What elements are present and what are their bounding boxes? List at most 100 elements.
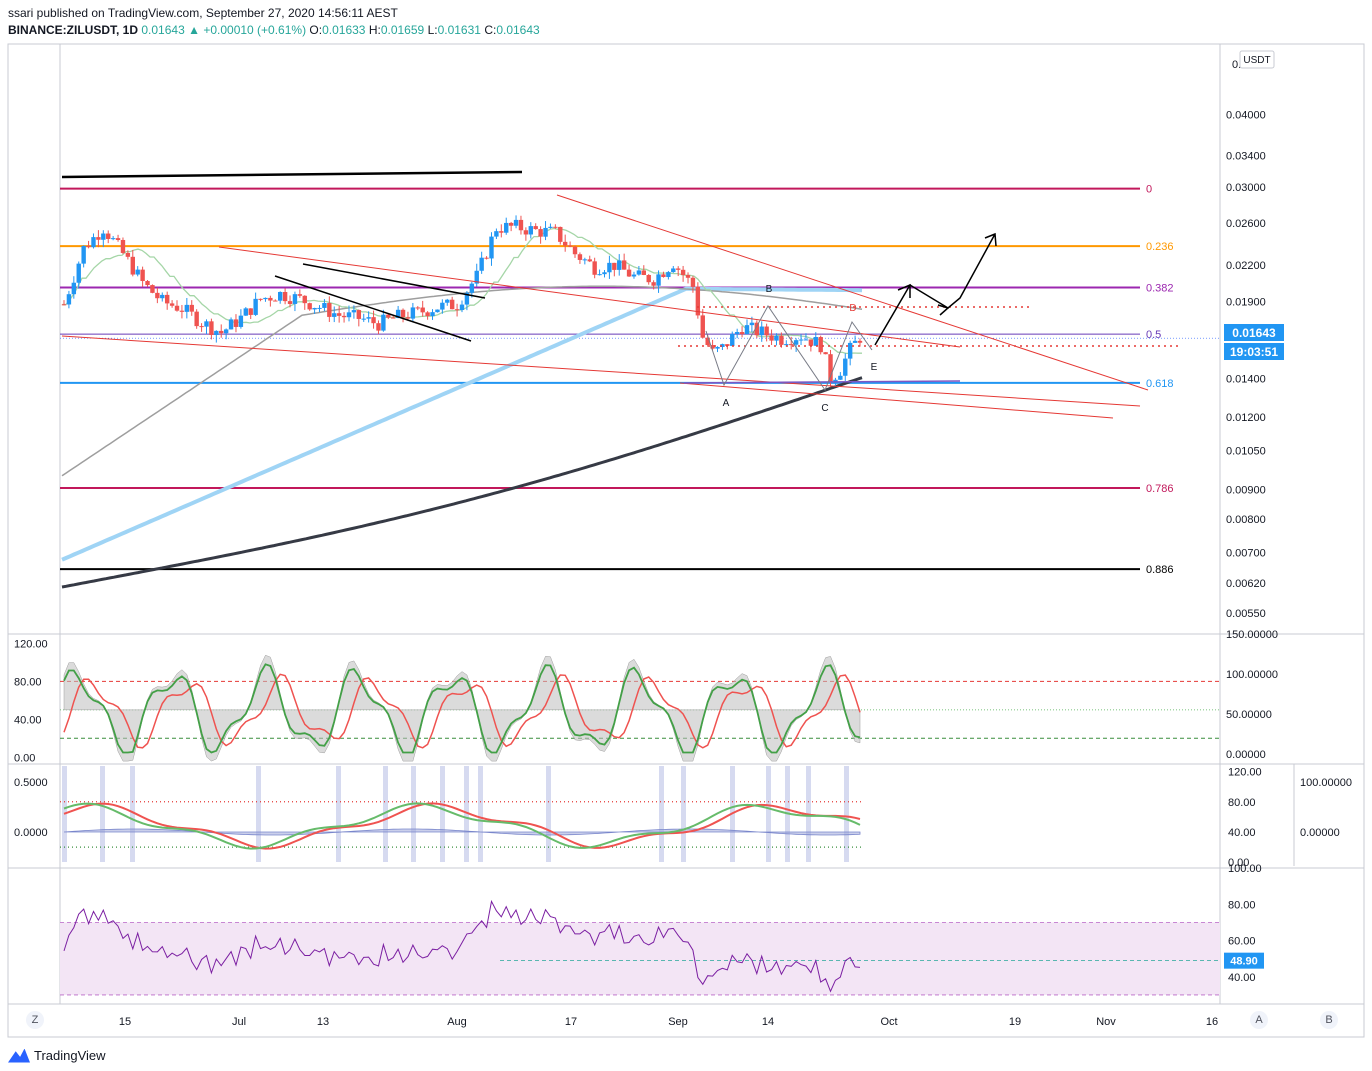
candle-body (160, 294, 165, 299)
descending-resistance (556, 194, 1149, 391)
candle-body (282, 291, 288, 302)
symbol-line: BINANCE:ZILUSDT, 1D 0.01643 ▲ +0.00010 (… (8, 23, 540, 37)
x-tick-label: Aug (447, 1016, 467, 1028)
candle-body (671, 268, 676, 273)
candle-body (631, 274, 637, 277)
candle-body (376, 323, 381, 331)
candle-body (273, 300, 278, 302)
candle-body (612, 262, 617, 270)
candle-body (818, 337, 823, 353)
top-horizontal-line (61, 170, 523, 179)
candle-body (759, 326, 764, 336)
scale-b-button[interactable]: B (1320, 1011, 1338, 1029)
candle-body (666, 272, 671, 278)
rsi-tick: 80.00 (1228, 899, 1256, 911)
auto-scale-button[interactable]: A (1250, 1011, 1268, 1029)
pane3-signal-stripe (659, 766, 664, 862)
candle-body (81, 245, 86, 264)
candle-body (558, 226, 563, 242)
candle-body (391, 317, 396, 319)
y-tick-label: 0.00800 (1226, 514, 1266, 526)
candle-body (405, 317, 411, 319)
pane2-left-tick: 0.00 (14, 752, 35, 764)
pattern-label-e: E (871, 362, 878, 373)
pane2-right-tick: 150.00000 (1226, 629, 1278, 641)
y-tick-label: 0.00900 (1226, 484, 1266, 496)
candle-body (179, 310, 185, 312)
candle-body (843, 358, 848, 376)
last-price-badge-label: 0.01643 (1232, 326, 1276, 340)
candle-body (582, 259, 588, 261)
candle-body (435, 309, 440, 313)
fib-level-label: 0.618 (1146, 378, 1174, 390)
candle-body (567, 245, 573, 247)
candle-body (852, 340, 858, 343)
y-tick-label: 0.03400 (1226, 151, 1266, 163)
candle-body (297, 294, 303, 296)
pane2-right-tick: 100.00000 (1226, 669, 1278, 681)
candle-body (621, 260, 627, 270)
pattern-label-a: A (723, 398, 730, 409)
candle-body (420, 307, 425, 313)
timezone-button[interactable]: Z (26, 1011, 44, 1029)
pane3-mid-tick: 40.00 (1228, 827, 1256, 839)
fib-level-label: 0.786 (1146, 483, 1174, 495)
x-tick-label: 14 (762, 1016, 774, 1028)
last-price: 0.01643 (141, 23, 185, 37)
candle-body (646, 275, 651, 283)
candle-body (715, 346, 720, 349)
pane3-right-tick: 0.00000 (1300, 827, 1340, 839)
candle-body (656, 274, 661, 286)
candle-body (533, 226, 538, 230)
candle-body (155, 292, 160, 299)
y-tick-label: 0.01400 (1226, 373, 1266, 385)
candle-body (361, 318, 366, 320)
candle-body (543, 227, 548, 237)
candle-body (548, 226, 553, 228)
candle-body (562, 241, 568, 246)
rsi-tick: 60.00 (1228, 936, 1256, 948)
candle-body (789, 344, 794, 346)
candle-body (223, 329, 229, 334)
tradingview-logo: TradingView (8, 1048, 106, 1063)
rsi-tick: 40.00 (1228, 972, 1256, 984)
candle-body (332, 313, 337, 317)
candle-body (199, 326, 204, 328)
candle-body (115, 238, 121, 240)
y-tick-label: 0.01200 (1226, 412, 1266, 424)
y-tick-label: 0.01900 (1226, 297, 1266, 309)
candle-body (499, 231, 504, 233)
candle-body (120, 239, 126, 253)
candle-body (587, 259, 592, 262)
candle-body (135, 269, 140, 275)
wedge-upper-line (302, 263, 486, 299)
candle-body (469, 283, 475, 293)
candle-body (204, 321, 209, 327)
candle-body (243, 308, 249, 316)
pane3-signal-stripe (411, 766, 416, 862)
candle-body (110, 238, 116, 240)
chart-canvas[interactable]: 15 Jul 13 Aug 17 Sep 14 Oct 19 Nov 16 0.04000 0.0340… (0, 0, 1372, 1071)
candle-body (675, 268, 681, 270)
candle-body (459, 304, 465, 311)
candle-body (61, 304, 67, 306)
candle-body (602, 272, 607, 275)
candle-body (430, 312, 435, 317)
candle-body (356, 310, 362, 319)
currency-label: USDT (1243, 55, 1270, 66)
pane3-mid-tick: 120.00 (1228, 767, 1262, 779)
candle-body (734, 332, 740, 334)
candle-body (366, 317, 371, 319)
x-tick-label: Sep (668, 1016, 688, 1028)
fib-level-label: 0.236 (1146, 241, 1174, 253)
high-value: 0.01659 (380, 23, 425, 37)
candle-body (857, 340, 863, 343)
candle-body (784, 344, 789, 346)
candle-body (86, 245, 91, 248)
candle-body (577, 254, 583, 260)
candle-body (617, 260, 622, 270)
candle-body (774, 335, 779, 341)
candle-body (228, 319, 234, 330)
candle-body (479, 257, 484, 271)
pane3-signal-stripe (681, 766, 686, 862)
